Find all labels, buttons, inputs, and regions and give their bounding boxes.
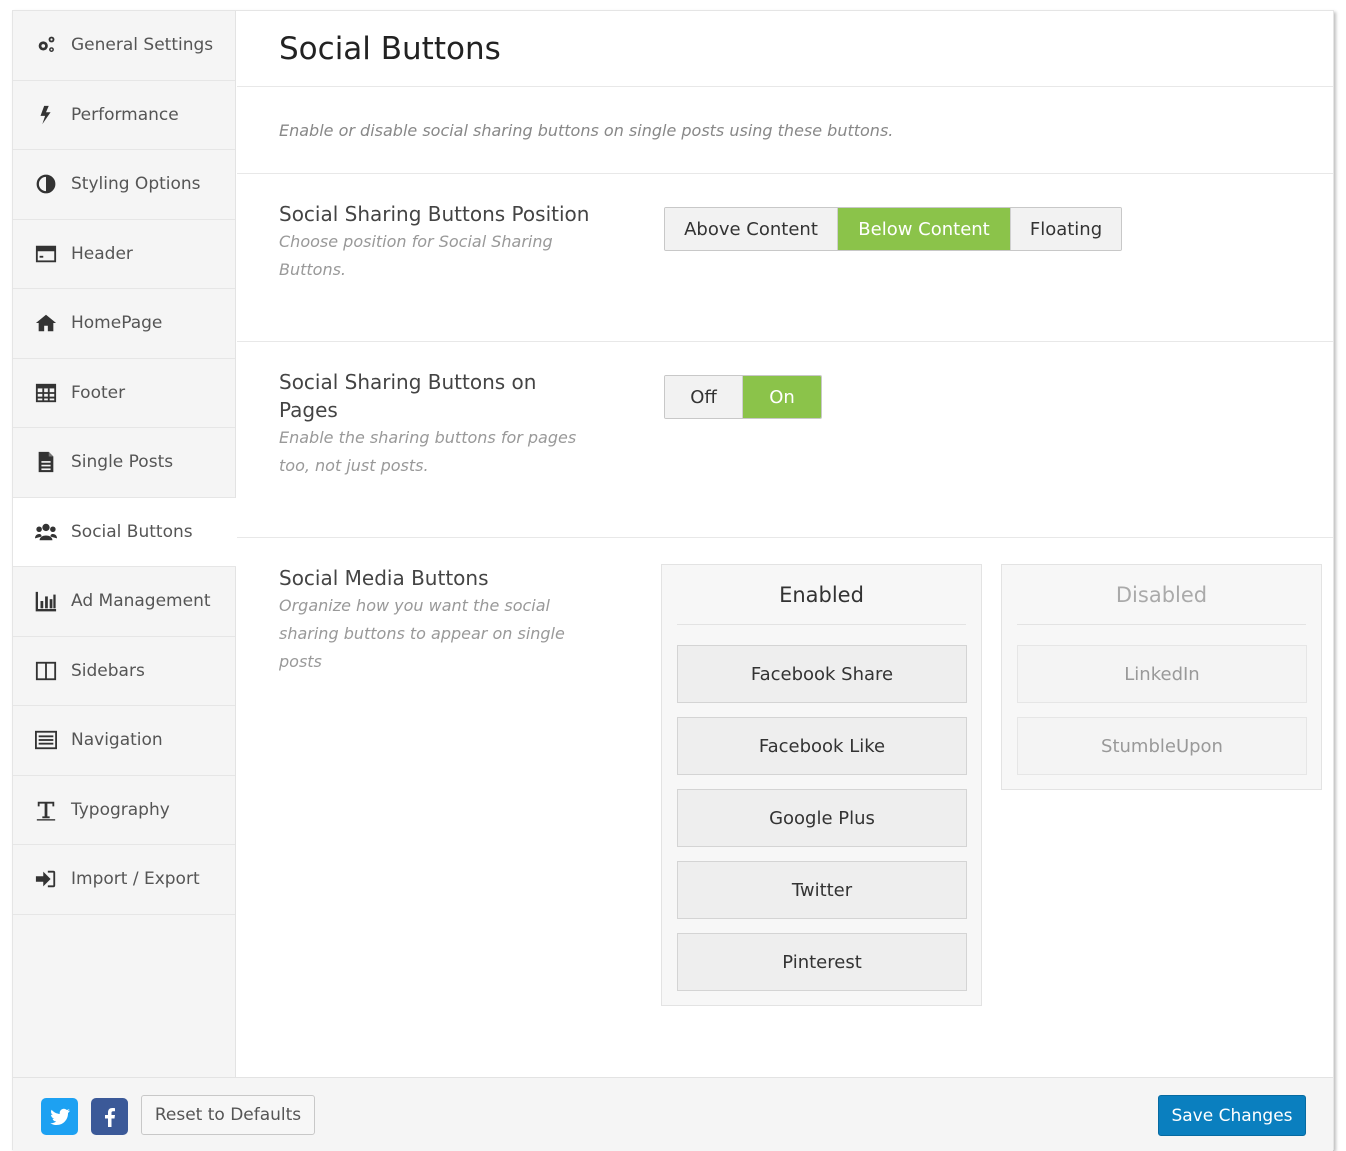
sidebar-item-single-posts[interactable]: Single Posts xyxy=(13,428,235,498)
bolt-icon xyxy=(33,104,59,126)
google-plus-item[interactable]: Google Plus xyxy=(677,789,967,847)
position-sublabel: Choose position for Social Sharing Butto… xyxy=(279,232,553,279)
page-header: Social Buttons xyxy=(237,11,1333,87)
enabled-list: Enabled Facebook Share Facebook Like Goo… xyxy=(661,564,982,1006)
below-content-button[interactable]: Below Content xyxy=(838,208,1011,250)
pinterest-item[interactable]: Pinterest xyxy=(677,933,967,991)
media-option: Social Media Buttons Organize how you wa… xyxy=(237,538,1333,1076)
sidebar-item-footer[interactable]: Footer xyxy=(13,359,235,428)
sidebar-item-label: Performance xyxy=(71,104,179,125)
disabled-list-title: Disabled xyxy=(1017,565,1306,625)
media-sublabel: Organize how you want the social sharing… xyxy=(279,596,565,671)
columns-icon xyxy=(33,660,59,682)
options-panel: General Settings Performance Styling Opt… xyxy=(12,10,1334,1151)
sidebar-item-label: Header xyxy=(71,243,133,264)
above-content-button[interactable]: Above Content xyxy=(665,208,838,250)
position-button-group: Above Content Below Content Floating xyxy=(664,207,1122,251)
sign-in-icon xyxy=(33,868,59,890)
home-icon xyxy=(33,312,59,334)
sidebar-item-performance[interactable]: Performance xyxy=(13,81,235,150)
table-icon xyxy=(33,382,59,404)
pages-toggle: Off On xyxy=(664,375,822,419)
twitter-icon[interactable] xyxy=(41,1098,78,1135)
sidebar-item-label: Ad Management xyxy=(71,591,211,612)
users-icon xyxy=(33,521,59,543)
pages-sublabel: Enable the sharing buttons for pages too… xyxy=(279,428,577,475)
page-title: Social Buttons xyxy=(279,30,501,67)
on-button[interactable]: On xyxy=(743,376,821,418)
facebook-icon[interactable] xyxy=(91,1098,128,1135)
sidebar-item-label: HomePage xyxy=(71,313,163,334)
sidebar: General Settings Performance Styling Opt… xyxy=(13,11,236,1077)
facebook-like-item[interactable]: Facebook Like xyxy=(677,717,967,775)
sidebar-item-header[interactable]: Header xyxy=(13,220,235,289)
pages-label: Social Sharing Buttons on Pages xyxy=(279,370,537,422)
save-changes-button[interactable]: Save Changes xyxy=(1158,1095,1306,1136)
sidebar-item-label: Typography xyxy=(71,799,170,820)
pages-option: Social Sharing Buttons on Pages Enable t… xyxy=(237,342,1333,538)
linkedin-item[interactable]: LinkedIn xyxy=(1017,645,1307,703)
sidebar-item-label: Navigation xyxy=(71,730,163,751)
bar-chart-icon xyxy=(33,590,59,612)
sidebar-item-label: Styling Options xyxy=(71,174,201,195)
sidebar-item-typography[interactable]: Typography xyxy=(13,776,235,845)
twitter-item[interactable]: Twitter xyxy=(677,861,967,919)
reset-defaults-button[interactable]: Reset to Defaults xyxy=(141,1095,315,1135)
disabled-list: Disabled LinkedIn StumbleUpon xyxy=(1001,564,1322,790)
media-label-block: Social Media Buttons Organize how you wa… xyxy=(279,564,579,676)
sidebar-item-sidebars[interactable]: Sidebars xyxy=(13,637,235,706)
sidebar-item-import-export[interactable]: Import / Export xyxy=(13,845,235,915)
section-description: Enable or disable social sharing buttons… xyxy=(237,87,1333,174)
sidebar-item-label: Social Buttons xyxy=(71,521,193,542)
document-icon xyxy=(33,451,59,473)
description-text: Enable or disable social sharing buttons… xyxy=(279,120,894,140)
position-label: Social Sharing Buttons Position xyxy=(279,202,590,226)
sidebar-item-social-buttons[interactable]: Social Buttons xyxy=(13,497,236,567)
pages-label-block: Social Sharing Buttons on Pages Enable t… xyxy=(279,368,589,480)
facebook-share-item[interactable]: Facebook Share xyxy=(677,645,967,703)
main-content: Social Buttons Enable or disable social … xyxy=(237,11,1333,1077)
floating-button[interactable]: Floating xyxy=(1011,208,1121,250)
contrast-icon xyxy=(33,173,59,195)
sidebar-item-label: Footer xyxy=(71,382,126,403)
sidebar-item-label: Import / Export xyxy=(71,869,200,890)
sidebar-item-label: General Settings xyxy=(71,35,214,56)
text-icon xyxy=(33,799,59,821)
sidebar-item-ad-management[interactable]: Ad Management xyxy=(13,567,235,637)
position-label-block: Social Sharing Buttons Position Choose p… xyxy=(279,200,599,284)
sidebar-item-navigation[interactable]: Navigation xyxy=(13,706,235,776)
sidebar-item-label: Sidebars xyxy=(71,660,145,681)
list-icon xyxy=(33,729,59,751)
sidebar-item-general-settings[interactable]: General Settings xyxy=(13,11,235,81)
footer-bar: Reset to Defaults Save Changes xyxy=(13,1077,1333,1151)
media-label: Social Media Buttons xyxy=(279,566,489,590)
off-button[interactable]: Off xyxy=(665,376,743,418)
gears-icon xyxy=(33,34,59,56)
enabled-list-title: Enabled xyxy=(677,565,966,625)
position-option: Social Sharing Buttons Position Choose p… xyxy=(237,174,1333,342)
sidebar-item-styling-options[interactable]: Styling Options xyxy=(13,150,235,220)
stumbleupon-item[interactable]: StumbleUpon xyxy=(1017,717,1307,775)
sidebar-item-homepage[interactable]: HomePage xyxy=(13,289,235,359)
header-icon xyxy=(33,243,59,265)
sidebar-item-label: Single Posts xyxy=(71,452,174,473)
